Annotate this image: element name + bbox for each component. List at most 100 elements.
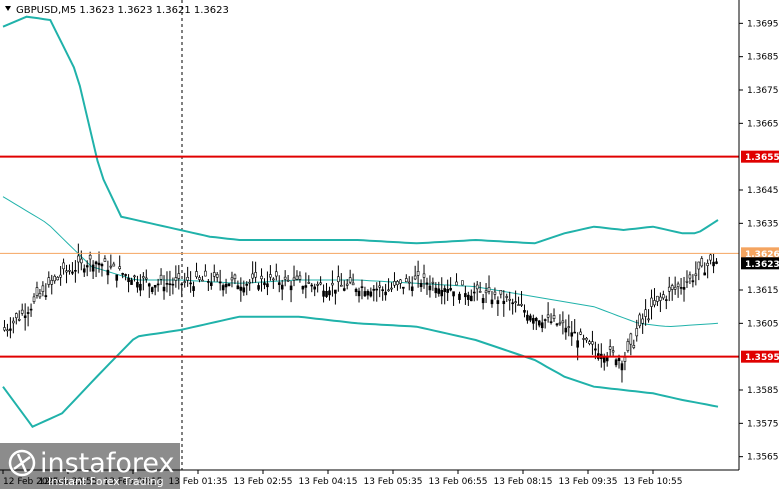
candle-body [56,277,59,281]
candle-body [393,281,396,286]
candle-body [487,287,491,292]
candle-body [68,270,71,272]
candle-body [407,281,411,284]
candle-body [127,277,130,283]
candle-body [464,293,467,298]
candle-body [694,273,698,276]
candle-body [667,286,671,292]
candle-body [484,290,488,294]
candle-body [523,310,526,313]
candle-body [171,283,175,286]
x-tick-label: 13 Feb 09:35 [558,477,617,487]
candle-body [212,272,216,277]
candle-body [77,255,80,263]
x-tick-label: 13 Feb 08:15 [493,477,552,487]
candle-body [301,285,305,290]
candle-body [168,283,172,286]
candle-body [183,281,187,283]
instaforex-logo: instaforex Instant Forex Trading [0,443,180,489]
candle-body [248,281,252,284]
y-tick-label: 1.3615 [747,286,779,296]
candle-body [9,328,12,331]
candle-body [272,278,275,281]
candle-body [328,290,331,296]
candle-body [614,359,618,366]
candle-body [97,262,101,266]
candle-body [88,254,92,260]
candle-body [348,277,352,283]
candle-body [478,291,482,293]
candle-body [334,289,337,294]
candle-body [461,280,464,286]
candle-body [20,309,24,314]
candle-body [434,287,438,294]
candle-body [428,285,432,291]
candle-body [638,314,642,327]
candle-body [121,273,124,275]
candle-body [662,294,665,299]
candle-body [402,286,405,289]
candle-body [319,282,322,285]
candle-body [156,283,160,286]
candle-body [3,327,6,331]
candle-body [659,296,662,301]
candle-body [650,297,653,307]
candle-body [520,303,523,306]
candle-body [47,277,51,285]
candle-body [511,302,514,305]
candle-body [635,328,639,337]
y-tick-label: 1.3635 [747,219,779,229]
candle-body [17,318,21,321]
candle-body [617,358,621,362]
x-tick-label: 13 Feb 02:55 [233,477,292,487]
candle-body [189,282,192,285]
candle-body [555,323,559,326]
candle-body [251,273,254,279]
candle-body [390,287,393,290]
candle-body [274,271,278,277]
candle-body [632,344,636,348]
candle-body [112,263,116,267]
candle-body [543,319,547,321]
candle-body [455,281,458,286]
candle-body [467,294,470,300]
candle-body [567,326,571,328]
y-tick-label: 1.3645 [747,186,779,196]
candle-body [440,289,444,297]
candle-body [458,293,461,300]
candle-body [74,269,77,272]
candle-body [703,272,707,276]
candle-body [32,296,36,302]
candle-body [94,261,98,265]
candle-body [313,286,317,290]
candle-body [422,273,426,278]
candle-body [387,289,390,292]
candle-body [413,275,417,280]
candle-body [174,277,178,281]
candle-body [481,298,485,304]
candle-body [280,284,284,290]
candle-body [38,293,42,298]
candle-body [165,283,169,285]
candle-body [537,320,541,326]
candle-body [29,308,33,311]
candle-body [564,327,568,333]
candle-body [82,268,86,273]
candle-body [239,286,243,291]
candle-body [416,271,420,276]
candle-body [133,275,136,278]
logo-tagline: Instant Forex Trading [48,475,164,488]
y-tick-label: 1.3675 [747,86,779,96]
candle-body [673,286,677,290]
candle-body [499,290,503,295]
candle-body [307,282,311,284]
candle-body [337,276,340,283]
price-chart[interactable]: 1.3695 1.3685 1.3675 1.3665 1.3645 1.3635 1.36… [0,0,781,489]
candle-body [351,282,355,286]
candle-body [546,314,550,318]
candle-body [381,289,384,291]
candle-body [254,272,257,278]
candle-body [647,318,650,321]
candle-body [534,317,538,322]
candle-body [570,332,574,337]
